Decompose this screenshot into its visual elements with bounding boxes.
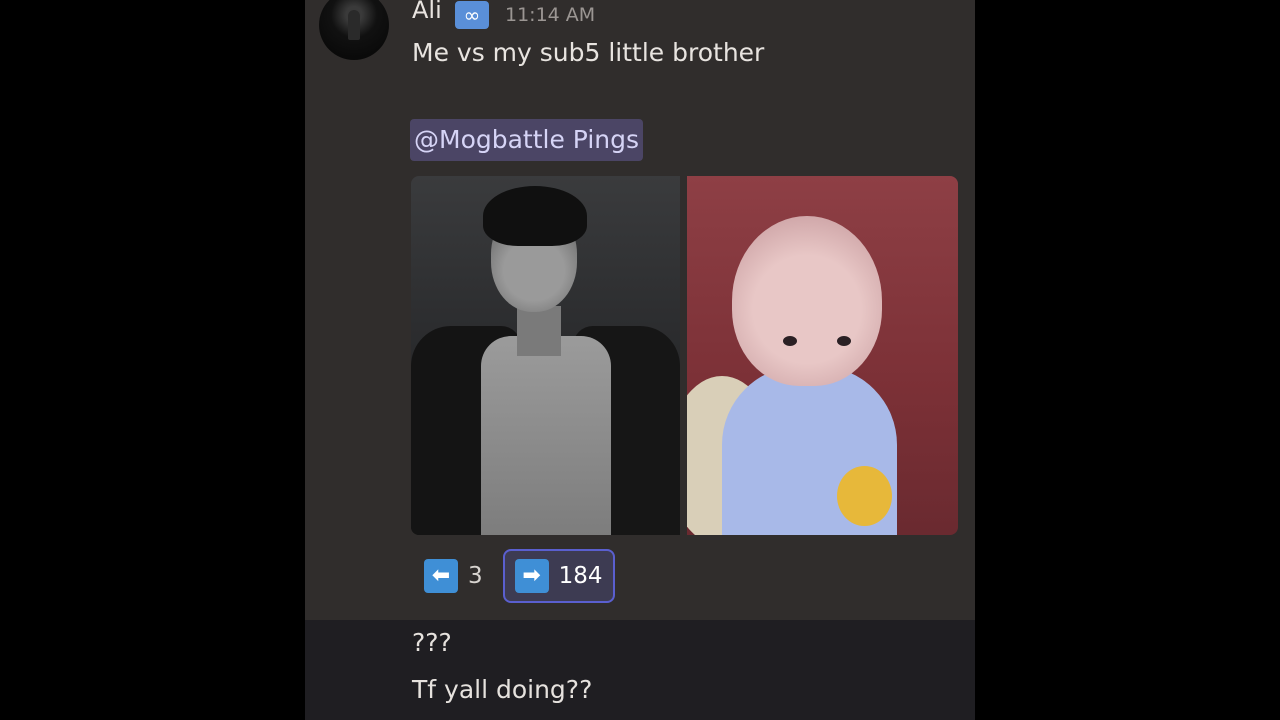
attachment-left-photo[interactable]	[411, 176, 680, 535]
photo-eye-left	[783, 336, 797, 346]
photo-toy	[837, 466, 892, 526]
photo-baby-head	[732, 216, 882, 386]
reaction-left-arrow[interactable]: ⬅ 3	[412, 549, 495, 603]
followup-message: ???	[412, 628, 452, 657]
message-timestamp: 11:14 AM	[505, 4, 596, 26]
reactions-bar: ⬅ 3 ➡ 184	[412, 549, 615, 603]
reaction-count: 3	[468, 563, 483, 589]
photo-hair	[483, 186, 587, 246]
reaction-right-arrow[interactable]: ➡ 184	[502, 549, 615, 603]
right-arrow-icon: ➡	[514, 559, 549, 593]
avatar[interactable]	[319, 0, 389, 60]
next-message-area	[305, 620, 975, 720]
attachment-right-photo[interactable]	[687, 176, 958, 535]
reaction-count: 184	[558, 563, 603, 589]
message-text: Me vs my sub5 little brother	[412, 38, 765, 67]
infinity-badge-icon: ∞	[455, 1, 489, 29]
author-name[interactable]: Ali	[412, 0, 442, 24]
chat-panel: Ali ∞ 11:14 AM Me vs my sub5 little brot…	[305, 0, 975, 720]
left-arrow-icon: ⬅	[424, 559, 458, 593]
photo-torso	[481, 336, 611, 535]
avatar-figure	[348, 10, 360, 40]
photo-eye-right	[837, 336, 851, 346]
followup-message: Tf yall doing??	[412, 675, 593, 704]
photo-neck	[517, 306, 561, 356]
role-mention[interactable]: @Mogbattle Pings	[410, 119, 644, 161]
